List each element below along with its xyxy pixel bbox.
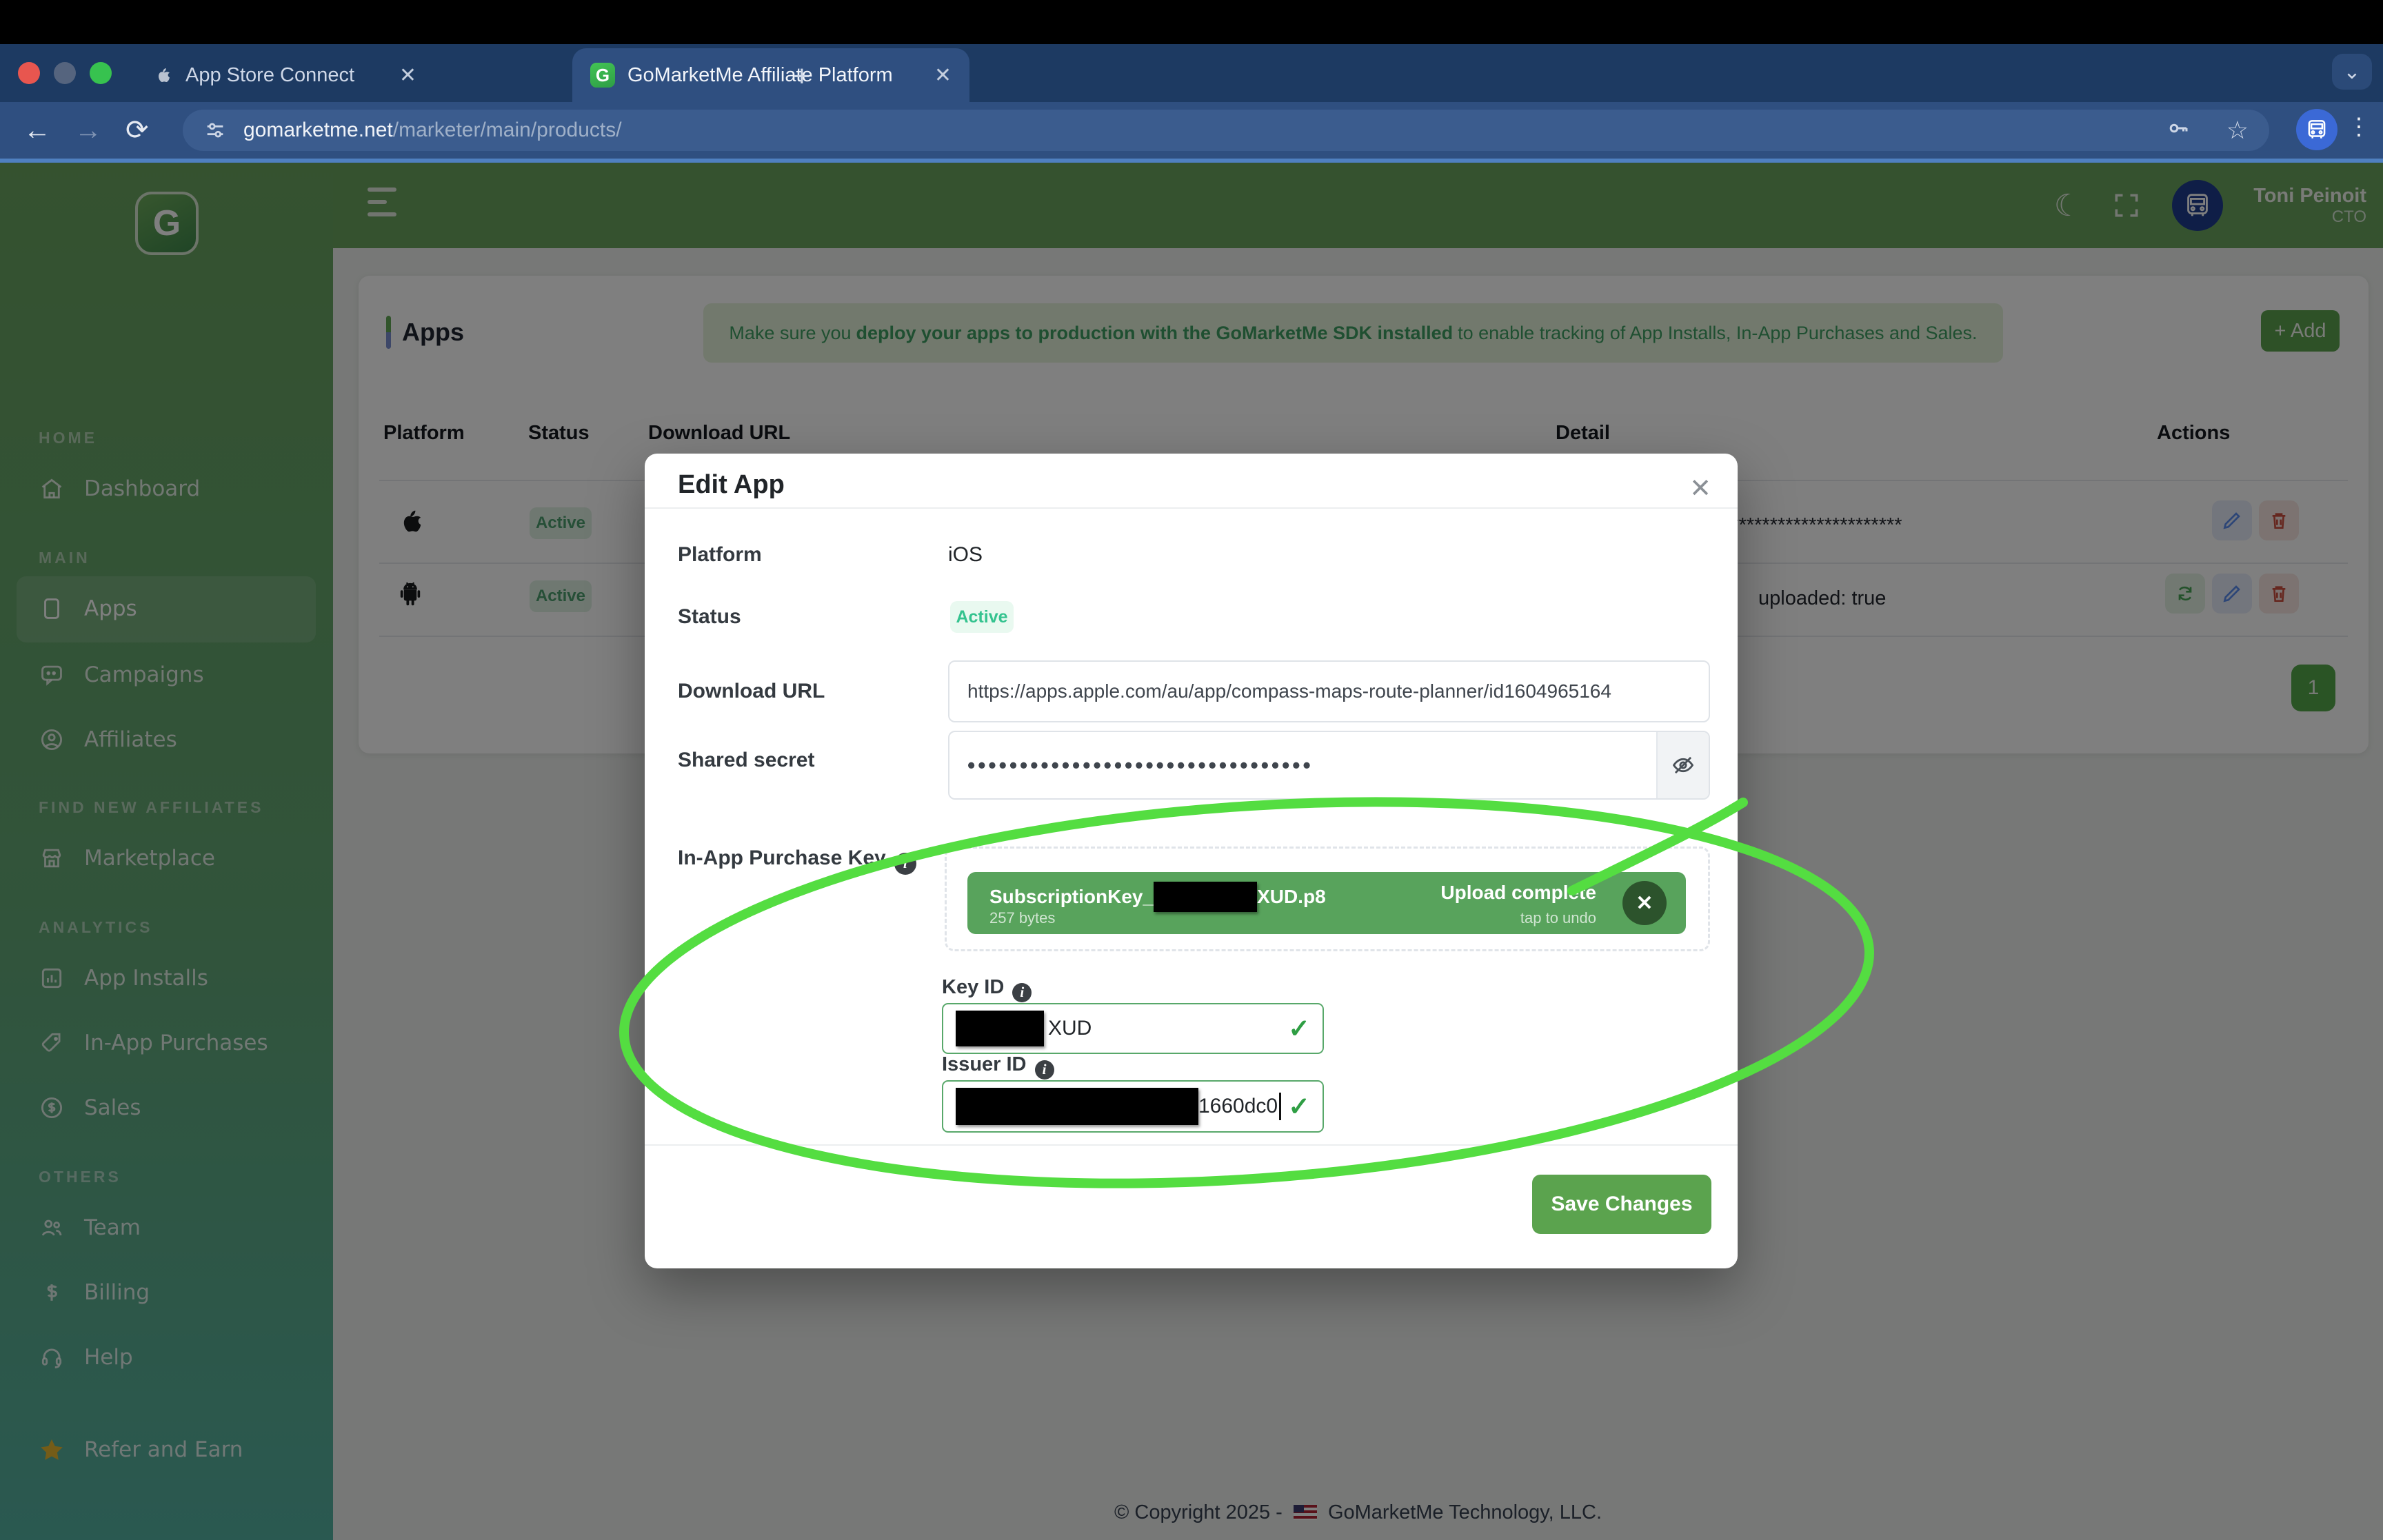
modal-title: Edit App xyxy=(678,470,785,500)
shared-secret-value: ••••••••••••••••••••••••••••••••• xyxy=(967,753,1314,778)
window-zoom-button[interactable] xyxy=(90,62,112,84)
modal-close-icon[interactable]: ✕ xyxy=(1684,467,1717,509)
platform-value: iOS xyxy=(948,543,983,567)
redacted-text xyxy=(956,1088,1198,1125)
tab-close-icon[interactable]: ✕ xyxy=(934,63,952,88)
new-tab-button[interactable]: + xyxy=(793,59,811,94)
modal-divider xyxy=(645,507,1738,509)
status-label: Status xyxy=(678,605,741,629)
tab-search-button[interactable]: ⌄ xyxy=(2332,54,2372,90)
shared-secret-input[interactable]: ••••••••••••••••••••••••••••••••• xyxy=(948,731,1710,800)
text-cursor xyxy=(1279,1093,1281,1120)
site-settings-icon[interactable] xyxy=(203,119,227,142)
screen: App Store Connect ✕ G GoMarketMe Affilia… xyxy=(0,0,2383,1540)
gomarketme-favicon-icon: G xyxy=(590,63,615,88)
tab-app-store-connect[interactable]: App Store Connect ✕ xyxy=(134,48,434,102)
issuer-id-input[interactable]: 1660dc0 ✓ xyxy=(942,1080,1324,1133)
info-icon[interactable]: i xyxy=(894,853,916,875)
browser-chrome: App Store Connect ✕ G GoMarketMe Affilia… xyxy=(0,44,2383,159)
url-domain: gomarketme.net xyxy=(243,119,393,142)
info-icon[interactable]: i xyxy=(1035,1060,1054,1080)
url-bar[interactable]: gomarketme.net/marketer/main/products/ ☆ xyxy=(183,110,2269,151)
undo-hint: tap to undo xyxy=(1520,909,1596,927)
status-badge: Active xyxy=(950,601,1014,633)
download-url-label: Download URL xyxy=(678,680,825,703)
redacted-text xyxy=(956,1011,1044,1046)
bookmark-star-icon[interactable]: ☆ xyxy=(2226,116,2249,145)
remove-file-button[interactable]: ✕ xyxy=(1622,881,1667,925)
tab-title: App Store Connect xyxy=(185,64,354,87)
download-url-input[interactable]: https://apps.apple.com/au/app/compass-ma… xyxy=(948,660,1710,722)
modal-footer-divider xyxy=(645,1144,1738,1146)
file-size: 257 bytes xyxy=(989,909,1055,927)
tab-gomarketme[interactable]: G GoMarketMe Affiliate Platform ✕ xyxy=(572,48,969,102)
url-path: /marketer/main/products/ xyxy=(393,119,622,142)
forward-icon[interactable]: → xyxy=(74,115,102,146)
toggle-visibility-button[interactable] xyxy=(1656,732,1709,798)
edit-app-modal: Edit App ✕ Platform iOS Status Active Do… xyxy=(645,454,1738,1268)
tab-strip: App Store Connect ✕ G GoMarketMe Affilia… xyxy=(0,44,2383,102)
window-minimize-button[interactable] xyxy=(54,62,76,84)
macos-menubar xyxy=(0,0,2383,44)
iap-key-label: In-App Purchase Keyi xyxy=(678,847,916,875)
key-id-value: XUD xyxy=(1048,1017,1092,1040)
uploaded-file-chip[interactable]: SubscriptionKey_XUD.p8 257 bytes Upload … xyxy=(967,872,1686,934)
upload-status: Upload complete xyxy=(1440,882,1596,904)
browser-toolbar: ← → ⟳ gomarketme.net/marketer/main/produ… xyxy=(0,102,2383,159)
password-key-icon[interactable] xyxy=(2166,118,2191,143)
issuer-id-value: 1660dc0 xyxy=(1198,1095,1278,1118)
redacted-text xyxy=(1154,882,1257,912)
shared-secret-label: Shared secret xyxy=(678,749,814,772)
valid-check-icon: ✓ xyxy=(1288,1013,1310,1044)
browser-menu-icon[interactable]: ⋮ xyxy=(2347,113,2371,141)
platform-label: Platform xyxy=(678,543,762,567)
key-id-input[interactable]: XUD ✓ xyxy=(942,1003,1324,1054)
issuer-id-label: Issuer IDi xyxy=(942,1053,1054,1080)
reload-icon[interactable]: ⟳ xyxy=(125,114,149,146)
back-icon[interactable]: ← xyxy=(23,115,51,146)
eye-off-icon xyxy=(1670,752,1696,778)
tab-title: GoMarketMe Affiliate Platform xyxy=(627,64,893,87)
save-changes-button[interactable]: Save Changes xyxy=(1532,1175,1711,1234)
info-icon[interactable]: i xyxy=(1012,983,1032,1002)
window-close-button[interactable] xyxy=(18,62,40,84)
key-id-label: Key IDi xyxy=(942,976,1032,1002)
browser-profile-avatar[interactable] xyxy=(2296,109,2337,150)
upload-dropzone[interactable]: SubscriptionKey_XUD.p8 257 bytes Upload … xyxy=(945,847,1710,951)
bus-avatar-icon xyxy=(2304,116,2330,143)
valid-check-icon: ✓ xyxy=(1288,1091,1310,1122)
download-url-value: https://apps.apple.com/au/app/compass-ma… xyxy=(967,680,1611,702)
file-name: SubscriptionKey_XUD.p8 xyxy=(989,882,1326,912)
tab-close-icon[interactable]: ✕ xyxy=(399,63,416,88)
apple-favicon-icon xyxy=(152,63,173,87)
